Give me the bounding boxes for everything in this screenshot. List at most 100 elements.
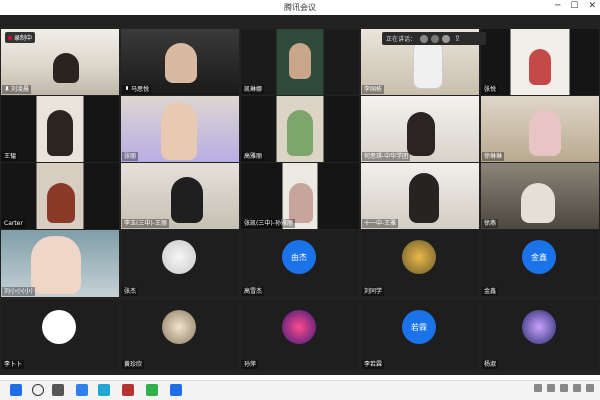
participant-tile[interactable]: 徐燕 — [481, 163, 599, 229]
person-silhouette — [47, 110, 73, 156]
participant-tile[interactable]: 孙萍 — [241, 300, 359, 370]
person-silhouette — [47, 183, 75, 223]
participant-tile[interactable]: 高雅丽 — [241, 96, 359, 162]
participant-tile[interactable]: 张悦 — [481, 29, 599, 95]
participant-tile[interactable]: 马思悦 — [121, 29, 239, 95]
name-label: 王韫 — [2, 152, 19, 161]
person-silhouette — [165, 43, 197, 83]
person-silhouette — [289, 43, 311, 79]
close-button[interactable]: ✕ — [588, 1, 596, 11]
person-silhouette — [31, 236, 81, 294]
participant-tile[interactable]: 杨淑 — [481, 300, 599, 370]
profile-avatar — [42, 310, 76, 344]
mini-avatar — [442, 34, 451, 43]
person-silhouette — [161, 102, 197, 160]
name-label: 高雪杰 — [242, 287, 265, 296]
participant-tile[interactable]: 何思琪-中华学团 — [361, 96, 479, 162]
tray-icon[interactable] — [560, 384, 568, 392]
taskbar — [0, 380, 600, 400]
person-silhouette — [529, 110, 561, 156]
profile-avatar — [402, 240, 436, 274]
name-label: 黄珍欣 — [122, 360, 145, 369]
initials-avatar: 金鑫 — [522, 240, 556, 274]
participant-tile[interactable]: 王韫 — [1, 96, 119, 162]
task-view-icon[interactable] — [52, 384, 64, 396]
name-label: Carter — [2, 219, 25, 228]
participant-tile[interactable]: 凯琳娜 — [241, 29, 359, 95]
name-label: 张悦 — [482, 85, 499, 94]
speaking-indicator[interactable]: 正在讲话： ⇪ — [382, 32, 486, 45]
participant-tile[interactable]: 由杰 高雪杰 — [241, 230, 359, 297]
participant-tile[interactable]: 若霖 李若霖 — [361, 300, 479, 370]
tray-icon[interactable] — [586, 384, 594, 392]
name-label: 刘凌晨 — [2, 85, 32, 94]
share-screen-icon[interactable]: ⇪ — [454, 34, 461, 43]
app-icon[interactable] — [76, 384, 88, 396]
person-silhouette — [53, 53, 79, 83]
name-label: 金鑫 — [482, 287, 499, 296]
speaking-avatars — [420, 34, 451, 43]
name-label: 张杰 — [122, 287, 139, 296]
participant-tile[interactable]: 徐琳琳 — [481, 96, 599, 162]
mini-avatar — [431, 34, 440, 43]
participant-tile[interactable]: 张杰 — [121, 230, 239, 297]
tray-icon[interactable] — [534, 384, 542, 392]
name-label: 张凯(三中)-孙雅丽 — [242, 219, 295, 228]
tray-icon[interactable] — [573, 384, 581, 392]
mic-icon — [4, 86, 10, 92]
profile-avatar — [522, 310, 556, 344]
recording-badge: 录制中 — [5, 32, 36, 43]
participant-tile[interactable]: 李玉(三中)-王丽 — [121, 163, 239, 229]
app-icon[interactable] — [122, 384, 134, 396]
person-silhouette — [171, 177, 203, 223]
maximize-button[interactable]: ☐ — [570, 1, 578, 11]
name-label: 徐琳琳 — [482, 152, 505, 161]
participant-tile[interactable]: 刘小小(小) — [1, 230, 119, 297]
profile-avatar — [162, 240, 196, 274]
initials-avatar: 若霖 — [402, 310, 436, 344]
video-grid: 录制中 刘凌晨 马思悦 凯琳娜 李国栋 张悦 王韫 张丽 高雅丽 何思琪-中华学… — [0, 15, 600, 375]
participant-tile[interactable]: 录制中 刘凌晨 — [1, 29, 119, 95]
name-label: 刘同学 — [362, 287, 385, 296]
minimize-button[interactable]: ─ — [555, 1, 560, 11]
tray-icon[interactable] — [547, 384, 555, 392]
windows-start-icon[interactable] — [10, 384, 22, 396]
browser-icon[interactable] — [98, 384, 110, 396]
name-label: 李若霖 — [362, 360, 385, 369]
mini-avatar — [420, 34, 429, 43]
initials-avatar: 由杰 — [282, 240, 316, 274]
participant-tile[interactable]: 黄珍欣 — [121, 300, 239, 370]
name-label: 徐燕 — [482, 219, 499, 228]
participant-tile[interactable]: 金鑫 金鑫 — [481, 230, 599, 297]
person-silhouette — [529, 49, 551, 85]
name-label: 孙萍 — [242, 360, 259, 369]
participant-tile[interactable]: 张凯(三中)-孙雅丽 — [241, 163, 359, 229]
person-silhouette — [289, 183, 313, 223]
search-icon[interactable] — [32, 384, 44, 396]
app-icon[interactable] — [146, 384, 158, 396]
name-label: 张丽 — [122, 152, 139, 161]
window-title: 腾讯会议 — [284, 3, 316, 12]
participant-tile[interactable]: 李卜卜 — [1, 300, 119, 370]
name-label: 凯琳娜 — [242, 85, 265, 94]
window-controls: ─ ☐ ✕ — [555, 1, 596, 11]
name-label: 马思悦 — [122, 85, 152, 94]
participant-tile[interactable]: 刘同学 — [361, 230, 479, 297]
participant-tile[interactable]: 张丽 — [121, 96, 239, 162]
title-bar: 腾讯会议 ─ ☐ ✕ — [0, 0, 600, 15]
name-label: 杨淑 — [482, 360, 499, 369]
participant-tile[interactable]: Carter — [1, 163, 119, 229]
system-tray — [534, 384, 594, 392]
meeting-app-icon[interactable] — [170, 384, 182, 396]
name-label: 何思琪-中华学团 — [362, 152, 411, 161]
person-silhouette — [287, 110, 313, 156]
name-label: 刘小小(小) — [2, 287, 35, 296]
name-label: 李玉(三中)-王丽 — [122, 219, 169, 228]
name-label: 李卜卜 — [2, 360, 25, 369]
record-dot-icon — [8, 35, 12, 40]
mic-icon — [126, 86, 128, 90]
profile-avatar — [282, 310, 316, 344]
person-silhouette — [521, 183, 555, 223]
person-silhouette — [409, 173, 439, 223]
participant-tile[interactable]: 十一中-王雅 — [361, 163, 479, 229]
